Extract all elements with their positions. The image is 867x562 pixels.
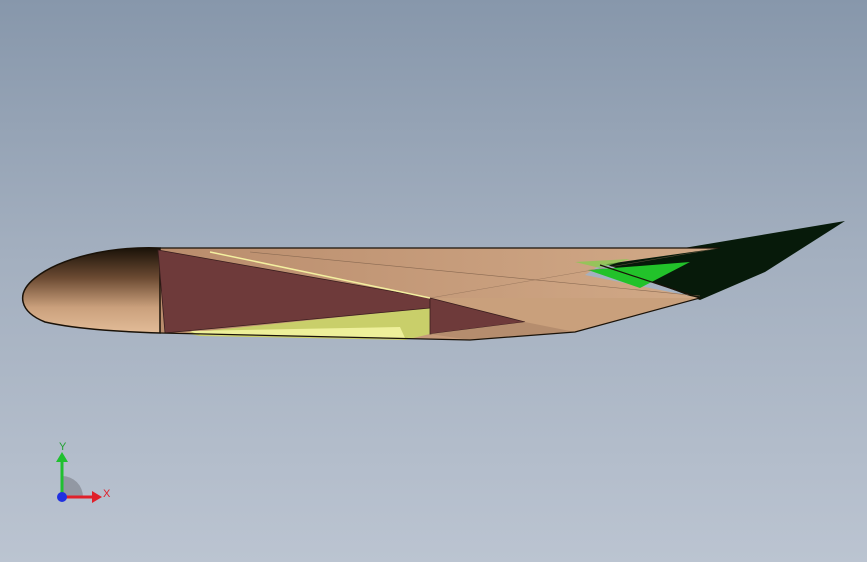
coordinate-triad-icon: Y X xyxy=(56,441,111,503)
aircraft-model[interactable] xyxy=(0,0,867,562)
origin-dot xyxy=(57,492,67,502)
nose-cone xyxy=(21,247,161,334)
3d-viewport[interactable]: Y X xyxy=(0,0,867,562)
x-axis-arrow xyxy=(92,491,102,503)
y-axis-label: Y xyxy=(59,441,67,453)
x-axis-label: X xyxy=(103,488,111,500)
y-axis-arrow xyxy=(56,452,68,462)
